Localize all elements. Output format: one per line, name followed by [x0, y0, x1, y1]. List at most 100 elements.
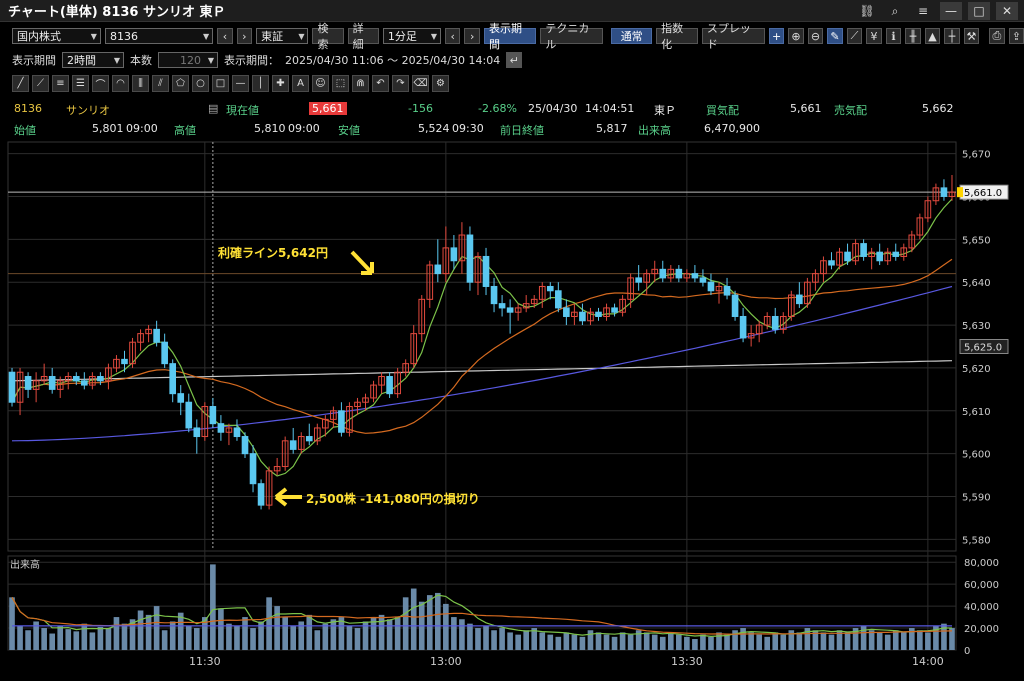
low-price-marker: 5,625.0: [964, 343, 1002, 354]
candle-body: [675, 268, 683, 279]
volume-bar: [796, 632, 803, 650]
candle-body: [635, 277, 642, 283]
candle-body: [153, 328, 160, 343]
candle-body: [707, 281, 715, 292]
candle-body: [546, 285, 554, 292]
volume-bar: [89, 632, 96, 650]
volume-bar: [499, 628, 505, 650]
volume-bar: [145, 614, 152, 650]
volume-bar: [242, 617, 248, 650]
price-tick-label: 5,640: [962, 278, 991, 289]
volume-bar: [876, 632, 883, 650]
volume-bar: [81, 623, 88, 650]
candle-body: [434, 264, 442, 275]
volume-bar: [250, 628, 256, 650]
volume-bar: [57, 625, 64, 650]
candle-body: [257, 483, 265, 506]
volume-bar: [386, 619, 393, 650]
candle-body: [796, 294, 803, 305]
last-price-flag: [957, 187, 963, 198]
volume-bar: [282, 617, 288, 650]
candle-body: [506, 307, 514, 313]
volume-bar: [113, 617, 120, 650]
volume-bar: [137, 610, 144, 650]
volume-bar: [515, 634, 521, 650]
candle-body: [490, 285, 498, 305]
volume-bar: [868, 630, 875, 650]
candlestick-chart[interactable]: 5,6705,6605,6505,6405,6305,6205,6105,600…: [0, 0, 1024, 681]
candle-body: [305, 436, 313, 442]
volume-bar: [25, 630, 31, 650]
volume-bar: [539, 632, 546, 650]
volume-bar: [193, 628, 200, 650]
volume-bar: [619, 632, 626, 650]
volume-bar: [314, 630, 321, 650]
candle-body: [482, 255, 490, 287]
price-tick-label: 5,620: [962, 364, 991, 375]
volume-bar: [547, 634, 554, 650]
candle-body: [209, 406, 217, 425]
volume-bar: [667, 632, 674, 650]
volume-bar: [523, 630, 529, 650]
volume-bar: [346, 625, 353, 650]
volume-tick-label: 40,000: [964, 602, 999, 613]
candle-body: [193, 427, 201, 438]
volume-bar: [17, 625, 23, 650]
volume-bar: [917, 630, 923, 650]
candle-body: [731, 294, 739, 317]
x-tick-label: 13:30: [671, 655, 703, 668]
volume-bar: [892, 630, 899, 650]
volume-bar: [579, 636, 586, 650]
volume-bar: [49, 633, 55, 650]
volume-bar: [354, 628, 361, 650]
volume-panel-label: 出来高: [10, 558, 40, 571]
volume-bar: [266, 597, 272, 650]
volume-bar: [73, 631, 80, 650]
volume-bar: [700, 634, 706, 650]
candle-body: [860, 243, 867, 257]
volume-bar: [210, 564, 216, 650]
take-profit-arrow: [350, 250, 374, 275]
volume-bar: [394, 617, 401, 650]
volume-bar: [708, 636, 714, 650]
price-tick-label: 5,670: [962, 150, 991, 161]
volume-tick-label: 60,000: [964, 580, 999, 591]
volume-bar: [651, 634, 658, 650]
volume-bar: [330, 619, 337, 650]
stop-loss-arrow: [274, 487, 302, 507]
candle-body: [72, 376, 80, 382]
volume-bar: [820, 632, 827, 650]
volume-bar: [684, 636, 690, 650]
candle-body: [498, 303, 506, 309]
candle-body: [595, 311, 602, 317]
candle-body: [24, 376, 32, 390]
volume-bar: [900, 632, 907, 650]
volume-bar: [491, 630, 497, 650]
volume-bar: [121, 623, 128, 650]
take-profit-annotation: 利確ライン5,642円: [218, 246, 328, 260]
volume-bar: [643, 632, 650, 650]
volume-bar: [161, 630, 168, 650]
volume-bar: [426, 595, 433, 650]
candle-body: [177, 393, 185, 403]
volume-bar: [587, 630, 594, 650]
candle-body: [876, 251, 883, 262]
candle-body: [699, 277, 707, 283]
candle-body: [289, 440, 297, 450]
candle-body: [563, 307, 570, 317]
volume-bar: [234, 625, 240, 650]
candle-body: [233, 427, 241, 438]
candle-body: [844, 251, 851, 262]
volume-bar: [780, 634, 787, 650]
volume-bar: [290, 625, 297, 650]
volume-bar: [659, 636, 666, 650]
volume-bar: [764, 636, 771, 650]
volume-bar: [724, 634, 730, 650]
volume-bar: [435, 592, 441, 650]
volume-bar: [756, 634, 762, 650]
candle-body: [97, 376, 104, 382]
volume-bar: [716, 632, 722, 650]
volume-bar: [410, 588, 417, 650]
volume-bar: [153, 606, 160, 650]
volume-bar: [603, 634, 610, 650]
